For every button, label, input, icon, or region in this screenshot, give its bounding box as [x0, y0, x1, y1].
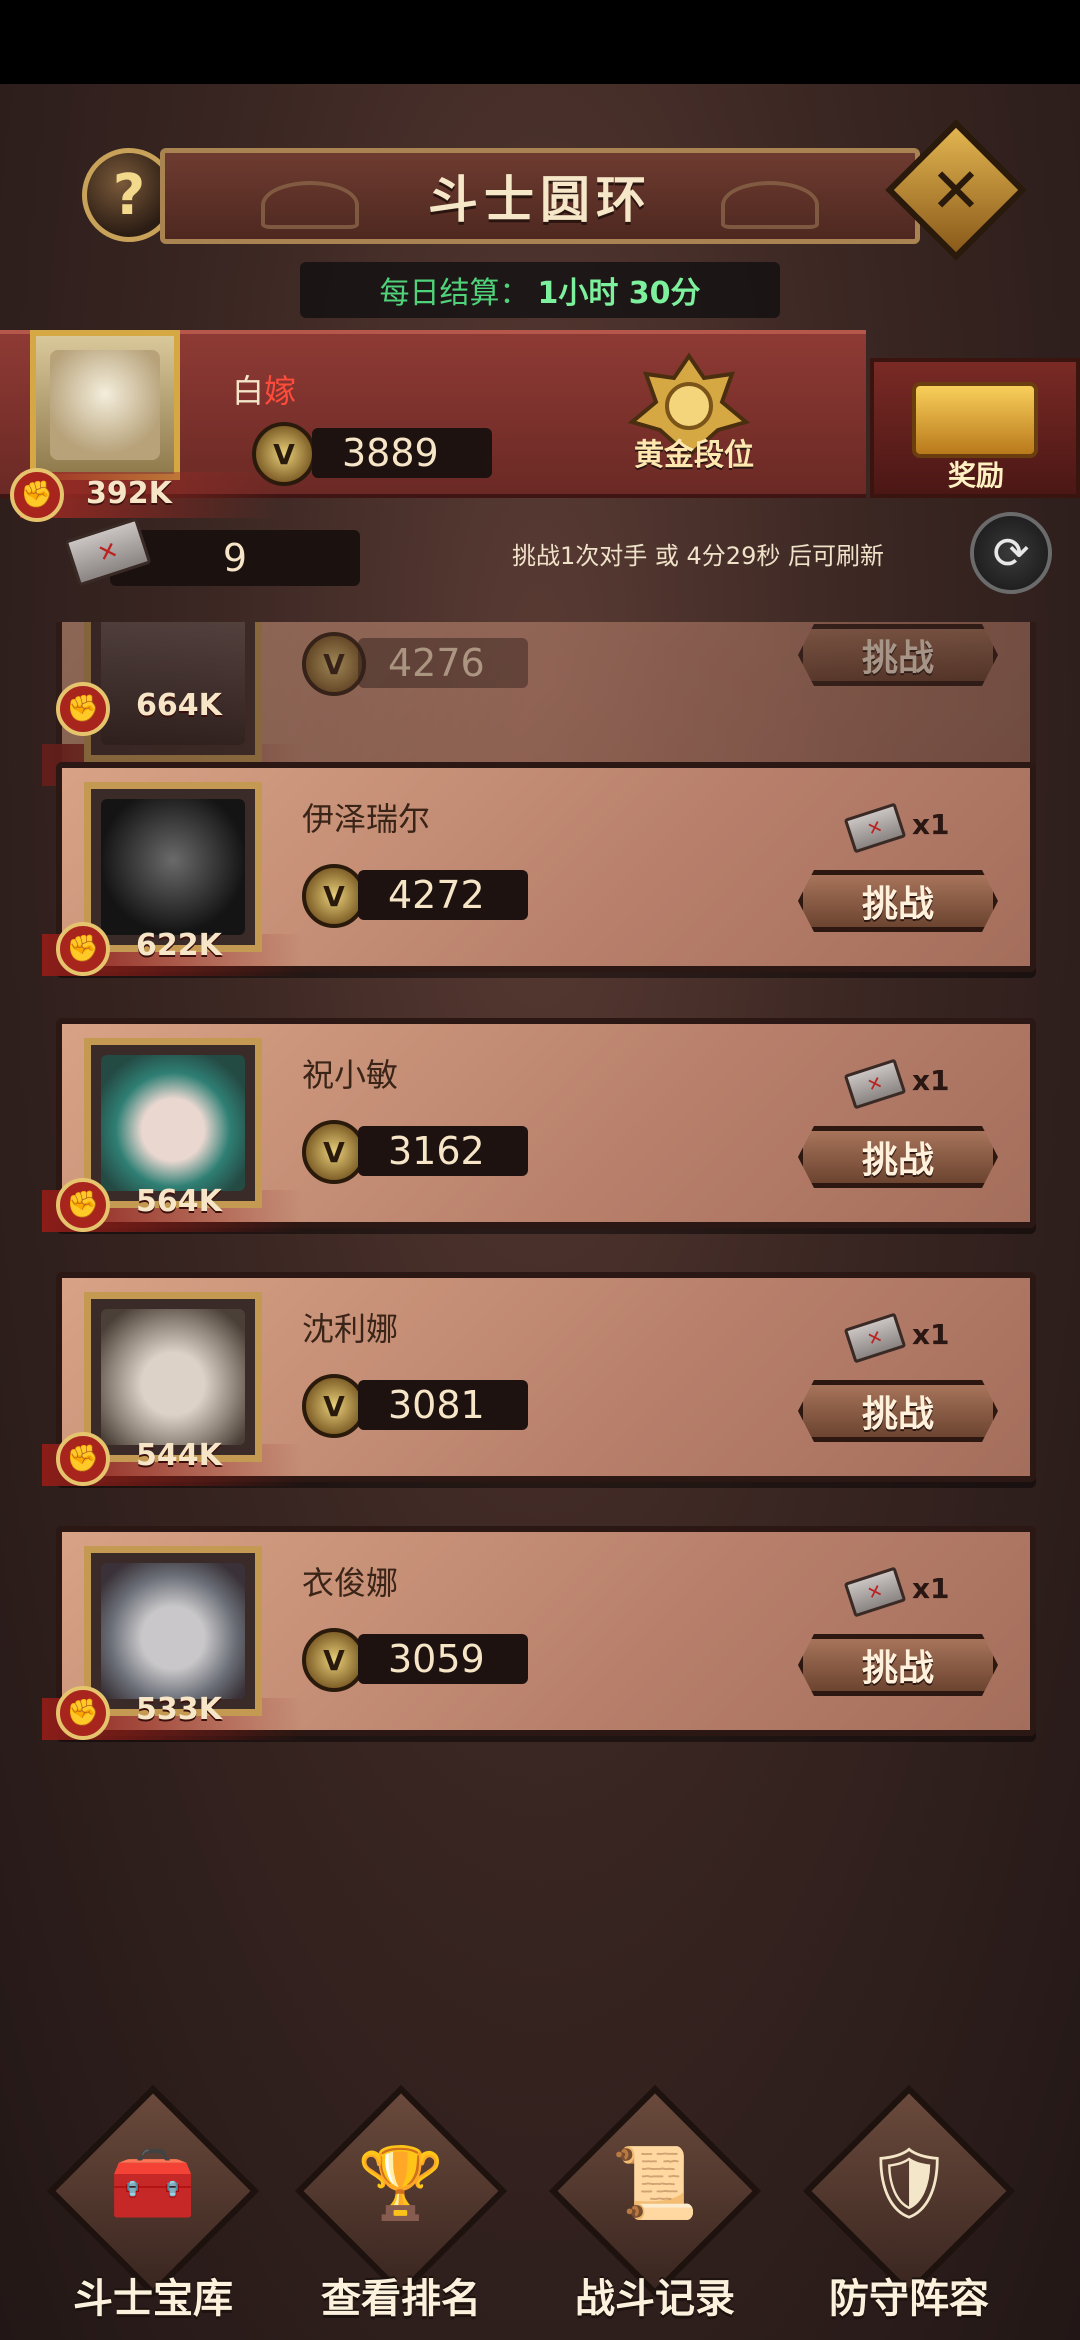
opponent-power: 544K: [136, 1438, 222, 1473]
player-avatar[interactable]: [30, 330, 180, 480]
opponent-power: 622K: [136, 928, 222, 963]
nav-label: 战斗记录: [575, 2276, 735, 2322]
refresh-button[interactable]: ⟳: [970, 512, 1052, 594]
opponent-score: 3059: [358, 1634, 528, 1684]
challenge-button[interactable]: 挑战: [798, 1634, 998, 1696]
wing-ornament-right-icon: [721, 181, 819, 229]
nav-fighter-vault[interactable]: 🧰 斗士宝库: [46, 2084, 268, 2326]
nav-label: 斗士宝库: [73, 2276, 233, 2322]
fist-icon: ✊: [10, 468, 64, 522]
nav-label: 查看排名: [321, 2276, 481, 2322]
challenge-button[interactable]: 挑战: [798, 1380, 998, 1442]
opponent-power: 664K: [136, 688, 222, 723]
question-icon: ?: [112, 162, 146, 228]
opponent-power: 564K: [136, 1184, 222, 1219]
page-title: 斗士圆环: [428, 170, 652, 229]
arena-points-icon: V: [302, 864, 366, 928]
rank-label: 黄金段位: [634, 438, 754, 473]
ticket-cost: x1: [912, 1572, 950, 1605]
nav-label: 防守阵容: [829, 2276, 989, 2322]
avatar-portrait: [50, 350, 160, 460]
nav-battle-record[interactable]: 📜 战斗记录: [548, 2084, 770, 2326]
opponent-name: 祝小敏: [302, 1056, 399, 1094]
opponent-name: 衣俊娜: [302, 1564, 399, 1602]
status-bar: [0, 0, 1080, 84]
daily-settlement-timer: 每日结算： 1小时 30分: [300, 262, 780, 318]
nav-view-ranking[interactable]: 🏆 查看排名: [294, 2084, 516, 2326]
arena-points-icon: V: [302, 1120, 366, 1184]
arena-points-icon: V: [302, 632, 366, 696]
ticket-cost: x1: [912, 1064, 950, 1097]
refresh-icon: ⟳: [992, 527, 1030, 579]
reward-chest-icon: [912, 382, 1038, 458]
opponent-score: 3162: [358, 1126, 528, 1176]
fist-icon: ✊: [56, 922, 110, 976]
title-plate: 斗士圆环: [160, 148, 920, 244]
opponent-portrait: [84, 1038, 262, 1208]
challenge-button[interactable]: 挑战: [798, 624, 998, 686]
player-power: 392K: [86, 476, 172, 511]
opponent-portrait: [84, 782, 262, 952]
arena-points-icon: V: [302, 1374, 366, 1438]
refresh-hint: 挑战1次对手 或 4分29秒 后可刷新: [512, 542, 884, 570]
ticket-icon: ✕: [843, 802, 907, 854]
fist-icon: ✊: [56, 1686, 110, 1740]
ticket-icon: ✕: [843, 1058, 907, 1110]
opponent-power: 533K: [136, 1692, 222, 1727]
wing-ornament-left-icon: [261, 181, 359, 229]
opponent-name: 伊泽瑞尔: [302, 800, 431, 838]
fist-icon: ✊: [56, 1432, 110, 1486]
opponent-name: 沈利娜: [302, 1310, 399, 1348]
opponent-portrait: [84, 1546, 262, 1716]
ticket-icon: ✕: [843, 1566, 907, 1618]
settlement-label: 每日结算：: [379, 276, 530, 311]
arena-points-icon: V: [302, 1628, 366, 1692]
close-icon: ✕: [930, 153, 982, 227]
scroll-icon: 📜: [611, 2142, 699, 2224]
opponent-list[interactable]: V 4276 挑战 ✊ 664K 伊泽瑞尔 ✕ x1 V 4272 挑战 ✊ 6…: [0, 622, 1080, 1742]
opponent-score: 3081: [358, 1380, 528, 1430]
opponent-portrait: [84, 1292, 262, 1462]
reward-label: 奖励: [947, 459, 1004, 492]
opponent-score: 4272: [358, 870, 528, 920]
player-name: 白嫁: [232, 372, 297, 410]
ticket-cost: x1: [912, 1318, 950, 1351]
opponent-score: 4276: [358, 638, 528, 688]
challenge-button[interactable]: 挑战: [798, 870, 998, 932]
settlement-value: 1小时 30分: [537, 276, 701, 311]
trophy-icon: 🏆: [357, 2142, 445, 2224]
challenge-button[interactable]: 挑战: [798, 1126, 998, 1188]
shield-icon: 🛡: [864, 2142, 954, 2224]
ticket-cost: x1: [912, 808, 950, 841]
fist-icon: ✊: [56, 682, 110, 736]
nav-defense-lineup[interactable]: 🛡 防守阵容: [802, 2084, 1024, 2326]
fist-icon: ✊: [56, 1178, 110, 1232]
treasure-chest-icon: 🧰: [109, 2142, 197, 2224]
player-score: 3889: [312, 428, 492, 478]
ticket-icon: ✕: [843, 1312, 907, 1364]
